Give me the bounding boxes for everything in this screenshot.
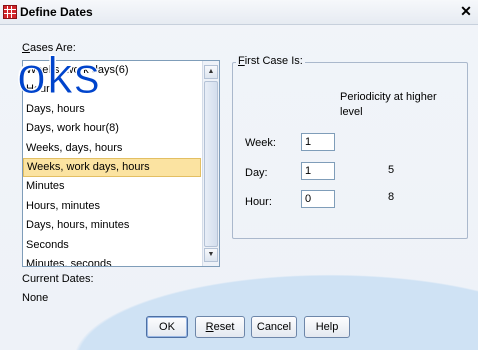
spss-app-icon [3,5,17,19]
list-item[interactable]: Seconds [23,236,201,255]
help-button[interactable]: Help [304,316,350,338]
ok-button[interactable]: OK [146,316,188,338]
list-item[interactable]: Minutes [23,177,201,196]
cases-are-label: Cases Are: [22,42,76,54]
list-item[interactable]: Days, work hour(8) [23,119,201,138]
day-periodicity: 5 [388,164,395,176]
week-field[interactable] [301,133,335,151]
dialog-title: Define Dates [20,5,93,19]
cancel-button[interactable]: Cancel [251,316,297,338]
day-label: Day: [245,167,268,179]
list-item[interactable]: Weeks, days, hours [23,139,201,158]
title-bar[interactable]: Define Dates ✕ [0,0,478,25]
reset-button[interactable]: Reset [195,316,245,338]
hour-label: Hour: [245,196,272,208]
scroll-thumb[interactable] [204,81,218,247]
list-item[interactable]: Minutes, seconds [23,255,201,266]
week-label: Week: [245,137,276,149]
list-scrollbar[interactable]: ▲ ▼ [202,61,219,266]
current-dates-value: None [22,292,49,304]
hour-field[interactable] [301,190,335,208]
hour-periodicity: 8 [388,191,395,203]
list-item[interactable]: Days, hours [23,100,201,119]
list-item[interactable]: Days, hours, minutes [23,216,201,235]
scroll-up-icon[interactable]: ▲ [204,65,218,79]
list-item-selected[interactable]: Weeks, work days, hours [23,157,201,178]
list-item[interactable]: Hours [23,80,201,99]
first-case-legend: First Case Is: [236,55,305,67]
define-dates-dialog: Define Dates ✕ Cases Are: Weeks, work da… [0,0,478,350]
first-case-group [232,62,468,239]
close-icon[interactable]: ✕ [458,3,474,19]
list-item[interactable]: Weeks, work days(6) [23,61,201,80]
cases-are-listbox[interactable]: Weeks, work days(6) Hours Days, hours Da… [22,60,220,267]
cases-list: Weeks, work days(6) Hours Days, hours Da… [23,61,201,266]
day-field[interactable] [301,162,335,180]
periodicity-header: Periodicity at higher level [340,91,437,118]
list-item[interactable]: Hours, minutes [23,197,201,216]
scroll-down-icon[interactable]: ▼ [204,248,218,262]
current-dates-label: Current Dates: [22,273,94,285]
